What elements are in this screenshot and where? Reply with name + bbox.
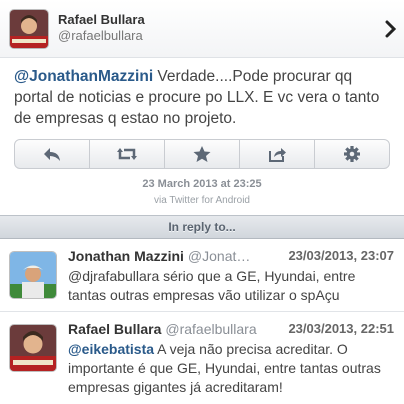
tweet-timestamp: 23 March 2013 at 23:25 [142, 178, 262, 190]
reply-tweet[interactable]: Rafael Bullara @rafaelbullara 23/03/2013,… [0, 313, 404, 404]
favorite-button[interactable] [165, 140, 240, 168]
reply-timestamp: 23/03/2013, 22:51 [288, 321, 394, 336]
share-icon [269, 148, 286, 162]
reply-author-handle: @Jonat… [187, 248, 251, 264]
reply-author-name: Jonathan Mazzini [68, 248, 184, 264]
reply-avatar[interactable] [10, 252, 56, 298]
tweet-action-bar [14, 139, 390, 169]
retweet-icon [117, 148, 137, 160]
retweet-button[interactable] [90, 140, 165, 168]
reply-author-name: Rafael Bullara [68, 321, 162, 337]
tweet-text: @JonathanMazzini Verdade....Pode procura… [14, 66, 394, 129]
reply-tweet[interactable]: Jonathan Mazzini @Jonat… 23/03/2013, 23:0… [0, 240, 404, 312]
author-handle: @rafaelbullara [58, 28, 143, 43]
tweet-source: via Twitter for Android [154, 195, 250, 206]
reply-text: @eikebatista A veja não precisa acredita… [68, 340, 396, 397]
reply-timestamp: 23/03/2013, 23:07 [288, 248, 394, 263]
reply-author: Rafael Bullara @rafaelbullara [68, 321, 257, 337]
reply-button[interactable] [15, 140, 90, 168]
in-reply-to-bar[interactable]: In reply to... [0, 215, 404, 239]
reply-avatar[interactable] [10, 325, 56, 371]
reply-mention-link[interactable]: @eikebatista [68, 341, 154, 357]
author-name: Rafael Bullara [58, 12, 145, 27]
share-button[interactable] [240, 140, 315, 168]
author-avatar[interactable] [10, 10, 48, 48]
favorite-star-icon [193, 146, 211, 162]
reply-icon [44, 148, 60, 161]
chevron-right-icon[interactable] [384, 20, 398, 38]
settings-button[interactable] [315, 140, 389, 168]
reply-author-handle: @rafaelbullara [165, 321, 257, 337]
settings-gear-icon [344, 146, 360, 162]
tweet-author-header[interactable]: Rafael Bullara @rafaelbullara [0, 0, 404, 58]
reply-text: @djrafabullara sério que a GE, Hyundai, … [68, 268, 356, 303]
reply-author: Jonathan Mazzini @Jonat… [68, 248, 250, 264]
tweet-mention-link[interactable]: @JonathanMazzini [14, 68, 153, 85]
